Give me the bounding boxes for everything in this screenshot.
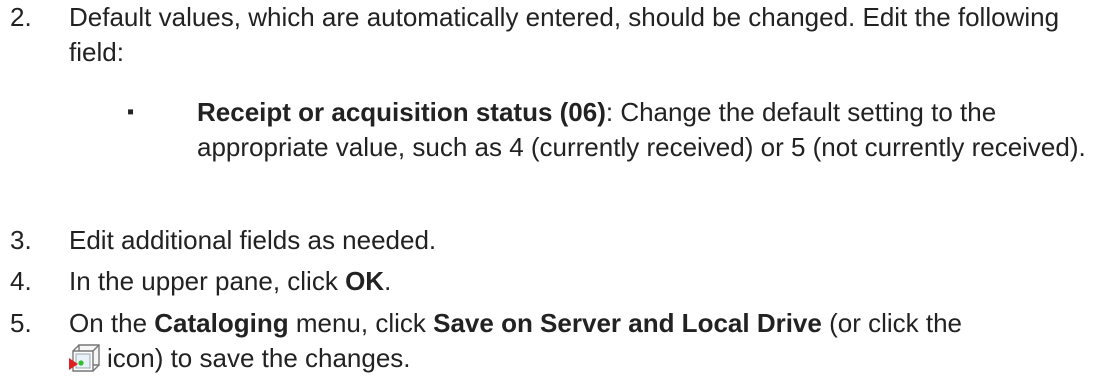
step-text: In the upper pane, click OK. xyxy=(69,264,1086,299)
step-text: Default values, which are automatically … xyxy=(69,2,1060,67)
step-2: 2. Default values, which are automatical… xyxy=(0,0,1096,80)
step-text: On the Cataloging menu, click Save on Se… xyxy=(69,306,1086,376)
step-number: 2. xyxy=(10,2,32,32)
step-text-part: icon) to save the changes. xyxy=(107,343,411,373)
bullet-marker: ▪ xyxy=(127,101,135,123)
step-text-part: menu, click xyxy=(288,308,434,338)
step-text: Edit additional fields as needed. xyxy=(69,225,437,255)
step-text-part: (or click the xyxy=(821,308,963,338)
step-text-part: . xyxy=(384,266,392,296)
ok-button-label: OK xyxy=(345,266,385,296)
step-number: 3. xyxy=(10,225,32,255)
field-name: Receipt or acquisition status (06) xyxy=(197,97,606,127)
step-number: 5. xyxy=(10,308,32,338)
step-text-part: On the xyxy=(69,308,155,338)
step-3: 3. Edit additional fields as needed. xyxy=(0,223,1096,259)
step-4: 4. In the upper pane, click OK. xyxy=(0,264,1096,300)
step-number: 4. xyxy=(10,266,32,296)
save-command-label: Save on Server and Local Drive xyxy=(433,308,822,338)
step-text-part: In the upper pane, click xyxy=(69,266,346,296)
bullet-item: ▪ Receipt or acquisition status (06): Ch… xyxy=(0,95,1096,205)
save-on-server-and-local-drive-icon xyxy=(69,344,100,372)
cataloging-menu-label: Cataloging xyxy=(154,308,289,338)
step-5: 5. On the Cataloging menu, click Save on… xyxy=(0,306,1096,386)
bullet-text: Receipt or acquisition status (06): Chan… xyxy=(197,95,1086,165)
